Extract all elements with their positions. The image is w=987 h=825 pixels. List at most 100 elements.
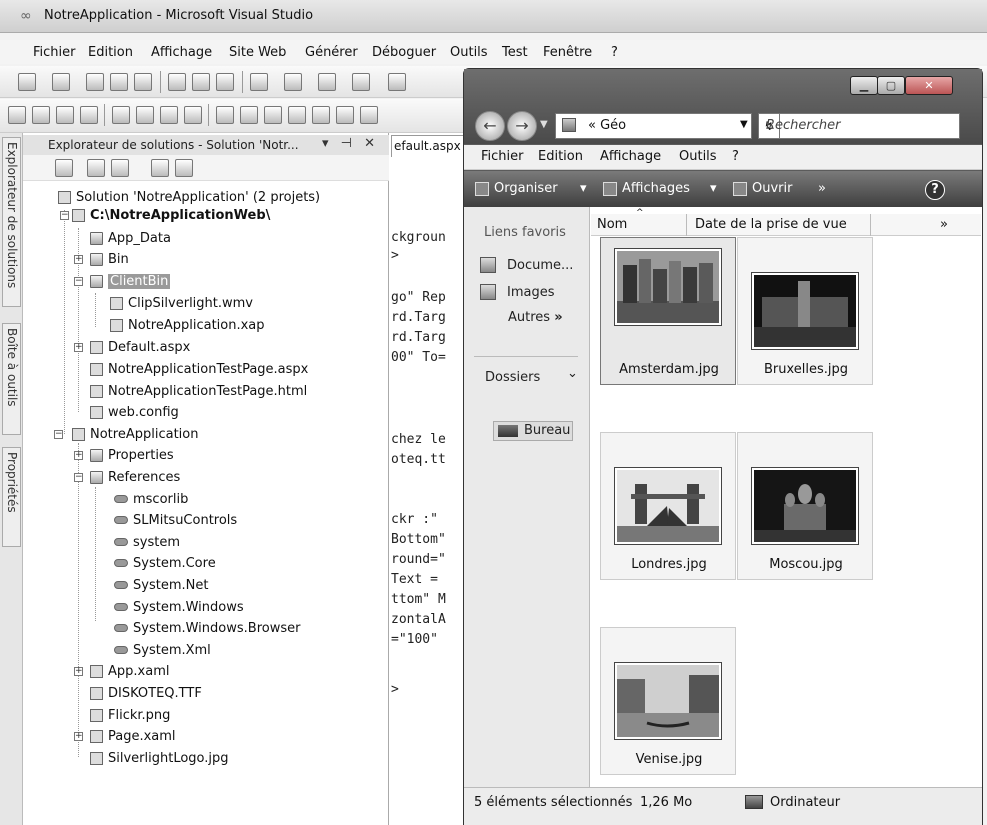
tree-item-xap[interactable]: NotreApplication.xap: [110, 315, 265, 335]
organiser-dropdown-icon[interactable]: ▾: [580, 181, 587, 196]
back-arrow-icon[interactable]: ←: [475, 111, 505, 141]
address-dropdown-icon[interactable]: ▼: [740, 119, 748, 130]
expand-icon[interactable]: +: [74, 255, 83, 264]
open-file-icon[interactable]: [86, 73, 104, 91]
address-path[interactable]: « Géo: [588, 118, 626, 133]
refresh-icon[interactable]: [87, 159, 105, 177]
column-date[interactable]: Date de la prise de vue: [695, 217, 847, 232]
close-icon[interactable]: ✕: [905, 76, 953, 95]
tree-ref-system[interactable]: system: [114, 532, 180, 552]
affichages-button[interactable]: Affichages: [622, 181, 690, 196]
align-icon[interactable]: [160, 106, 178, 124]
column-name[interactable]: Nom: [597, 217, 627, 232]
column-separator[interactable]: [870, 214, 871, 236]
more-commands-icon[interactable]: »: [818, 181, 826, 196]
history-dropdown-icon[interactable]: ▼: [540, 119, 548, 130]
ex-menu-fichier[interactable]: Fichier: [481, 149, 524, 164]
expand-icon[interactable]: +: [74, 732, 83, 741]
tree-ref-system-windows-browser[interactable]: System.Windows.Browser: [114, 618, 300, 638]
nav-link-images[interactable]: Images: [507, 285, 555, 300]
help-icon[interactable]: ?: [925, 180, 945, 200]
bookmark-next-icon[interactable]: [312, 106, 330, 124]
tree-item-clientbin[interactable]: ClientBin: [90, 271, 171, 291]
tree-item-default-aspx[interactable]: Default.aspx: [90, 337, 190, 357]
tree-item-page-xaml[interactable]: Page.xaml: [90, 726, 176, 746]
address-bar[interactable]: [555, 113, 752, 139]
folders-toggle[interactable]: Dossiers: [485, 370, 540, 385]
forward-arrow-icon[interactable]: →: [507, 111, 537, 141]
tree-web-project[interactable]: C:\NotreApplicationWeb\: [72, 205, 270, 225]
affichages-dropdown-icon[interactable]: ▾: [710, 181, 717, 196]
tree-item-testpage-aspx[interactable]: NotreApplicationTestPage.aspx: [90, 359, 308, 379]
minimize-icon[interactable]: ▁: [850, 76, 878, 95]
collapse-icon[interactable]: −: [54, 430, 63, 439]
paste-icon[interactable]: [216, 73, 234, 91]
redo-icon[interactable]: [284, 73, 302, 91]
tree-item-app-data[interactable]: App_Data: [90, 228, 171, 248]
tree-silverlight-project[interactable]: NotreApplication: [72, 424, 198, 444]
tree-ref-mscorlib[interactable]: mscorlib: [114, 489, 188, 509]
dock-tab-solution-explorer[interactable]: Explorateur de solutions: [2, 137, 21, 307]
more-columns-icon[interactable]: »: [940, 217, 948, 232]
dock-tab-properties[interactable]: Propriétés: [2, 447, 21, 547]
vs-menu-help[interactable]: ?: [611, 45, 618, 60]
cut-icon[interactable]: [168, 73, 186, 91]
hierarchy-icon[interactable]: [56, 106, 74, 124]
file-tile-bruxelles[interactable]: Bruxelles.jpg: [737, 237, 873, 385]
tree-ref-system-xml[interactable]: System.Xml: [114, 640, 211, 660]
vs-menu-generer[interactable]: Générer: [305, 45, 358, 60]
maximize-icon[interactable]: ▢: [877, 76, 905, 95]
tree-item-app-xaml[interactable]: App.xaml: [90, 661, 169, 681]
tree-item-bin[interactable]: Bin: [90, 249, 129, 269]
bookmark-clear-icon[interactable]: [360, 106, 378, 124]
file-tile-amsterdam[interactable]: Amsterdam.jpg: [600, 237, 736, 385]
collapse-icon[interactable]: −: [60, 211, 69, 220]
align-right-icon[interactable]: [184, 106, 202, 124]
tree-item-references[interactable]: References: [90, 467, 180, 487]
vs-menu-fichier[interactable]: Fichier: [33, 45, 76, 60]
uncomment-icon[interactable]: [264, 106, 282, 124]
organiser-button[interactable]: Organiser: [494, 181, 558, 196]
tree-ref-slmitsu[interactable]: SLMitsuControls: [114, 510, 237, 530]
new-project-icon[interactable]: [18, 73, 36, 91]
nav-link-autres[interactable]: Autres »: [508, 310, 563, 325]
add-item-icon[interactable]: [52, 73, 70, 91]
vs-menu-outils[interactable]: Outils: [450, 45, 488, 60]
tree-solution[interactable]: Solution 'NotreApplication' (2 projets): [58, 187, 320, 207]
vs-menu-affichage[interactable]: Affichage: [151, 45, 212, 60]
indent-icon[interactable]: [136, 106, 154, 124]
editor-tab[interactable]: efault.aspx: [391, 135, 467, 157]
ex-menu-help[interactable]: ?: [732, 149, 739, 164]
tree-item-clip[interactable]: ClipSilverlight.wmv: [110, 293, 253, 313]
vs-menu-site-web[interactable]: Site Web: [229, 45, 286, 60]
tree-ref-system-windows[interactable]: System.Windows: [114, 597, 244, 617]
tree-item-testpage-html[interactable]: NotreApplicationTestPage.html: [90, 381, 307, 401]
panel-controls-icon[interactable]: ▾ ⊣ ✕: [322, 136, 379, 151]
outdent-icon[interactable]: [112, 106, 130, 124]
comment-icon[interactable]: [240, 106, 258, 124]
font-size-icon[interactable]: [80, 106, 98, 124]
collapse-icon[interactable]: −: [74, 277, 83, 286]
tree-item-properties[interactable]: Properties: [90, 445, 174, 465]
document-outline-icon[interactable]: [8, 106, 26, 124]
copy-icon[interactable]: [192, 73, 210, 91]
tree-ref-system-net[interactable]: System.Net: [114, 575, 208, 595]
bookmark-icon[interactable]: [288, 106, 306, 124]
folders-chevron-icon[interactable]: ⌄: [567, 366, 578, 381]
expand-icon[interactable]: +: [74, 343, 83, 352]
ex-menu-edition[interactable]: Edition: [538, 149, 583, 164]
show-all-files-icon[interactable]: [111, 159, 129, 177]
file-tile-moscou[interactable]: Moscou.jpg: [737, 432, 873, 580]
asp-config-icon[interactable]: [175, 159, 193, 177]
vs-menu-fenetre[interactable]: Fenêtre: [543, 45, 592, 60]
tree-item-web-config[interactable]: web.config: [90, 402, 179, 422]
bookmark-prev-icon[interactable]: [336, 106, 354, 124]
vs-menu-test[interactable]: Test: [502, 45, 528, 60]
collapse-icon[interactable]: −: [74, 473, 83, 482]
tree-item-font[interactable]: DISKOTEQ.TTF: [90, 683, 202, 703]
vs-menu-deboguer[interactable]: Déboguer: [372, 45, 436, 60]
save-all-icon[interactable]: [134, 73, 152, 91]
navigate-backward-icon[interactable]: [318, 73, 336, 91]
tree-ref-system-core[interactable]: System.Core: [114, 553, 216, 573]
dock-tab-toolbox[interactable]: Boîte à outils: [2, 323, 21, 435]
